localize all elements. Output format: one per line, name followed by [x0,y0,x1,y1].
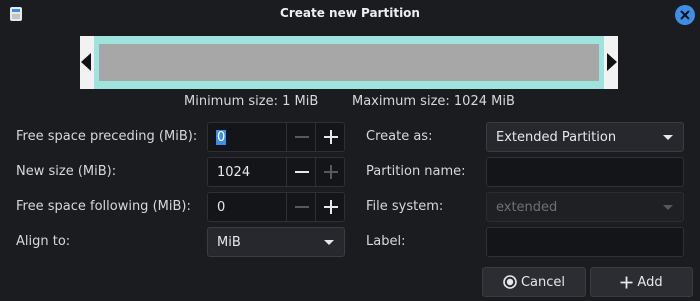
title-bar[interactable]: Create new Partition [0,0,700,30]
new-size-spinbox[interactable]: 1024 [207,157,345,187]
minimum-size-label: Minimum size: 1 MiB [184,94,319,109]
label-field-label: Label: [366,234,406,249]
decrement-button[interactable] [286,123,317,151]
minus-icon [295,171,309,173]
free-space-following-spinbox[interactable]: 0 [207,192,345,222]
chevron-down-icon [324,240,334,245]
free-space-preceding-value[interactable]: 0 [216,130,227,145]
resize-handle-left[interactable] [81,53,91,71]
create-as-label: Create as: [366,129,433,144]
align-to-combobox[interactable]: MiB [207,227,345,257]
increment-button[interactable] [315,193,346,221]
decrement-button[interactable] [286,193,317,221]
plus-icon [324,200,338,214]
maximum-size-label: Maximum size: 1024 MiB [352,94,515,109]
add-button-label: Add [637,274,663,290]
close-icon [680,10,690,20]
partition-name-input[interactable] [486,157,684,187]
decrement-button[interactable] [286,158,317,186]
partition-used-area [99,44,599,81]
cancel-button[interactable]: Cancel [482,267,586,297]
file-system-label: File system: [366,199,444,214]
create-as-combobox[interactable]: Extended Partition [486,122,684,152]
cancel-button-label: Cancel [520,274,566,290]
partition-name-label: Partition name: [366,164,466,179]
increment-button[interactable] [315,123,346,151]
free-space-preceding-spinbox[interactable]: 0 [207,122,345,152]
new-size-label: New size (MiB): [16,164,117,179]
increment-button[interactable] [315,158,346,186]
chevron-down-icon [663,135,673,140]
close-button[interactable] [675,5,695,25]
minus-icon [295,136,309,138]
file-system-value: extended [496,200,558,215]
cancel-icon [503,275,517,289]
plus-icon [324,165,338,179]
align-to-value: MiB [217,235,241,250]
partition-block[interactable] [94,36,604,89]
add-button[interactable]: Add [590,267,693,297]
free-space-following-value[interactable]: 0 [217,200,225,215]
new-size-value[interactable]: 1024 [217,165,250,180]
window-title: Create new Partition [280,6,420,20]
align-to-label: Align to: [16,234,71,249]
partition-resizer[interactable] [80,36,618,89]
create-partition-dialog: Create new Partition Minimum size: 1 MiB… [0,0,700,301]
file-system-combobox[interactable]: extended [486,192,684,222]
plus-icon [620,276,633,289]
resize-handle-right[interactable] [607,53,617,71]
minus-icon [295,206,309,208]
free-space-preceding-label: Free space preceding (MiB): [16,129,198,144]
plus-icon [324,130,338,144]
free-space-following-label: Free space following (MiB): [16,199,191,214]
label-input[interactable] [486,227,684,257]
chevron-down-icon [663,205,673,210]
create-as-value: Extended Partition [496,130,617,145]
